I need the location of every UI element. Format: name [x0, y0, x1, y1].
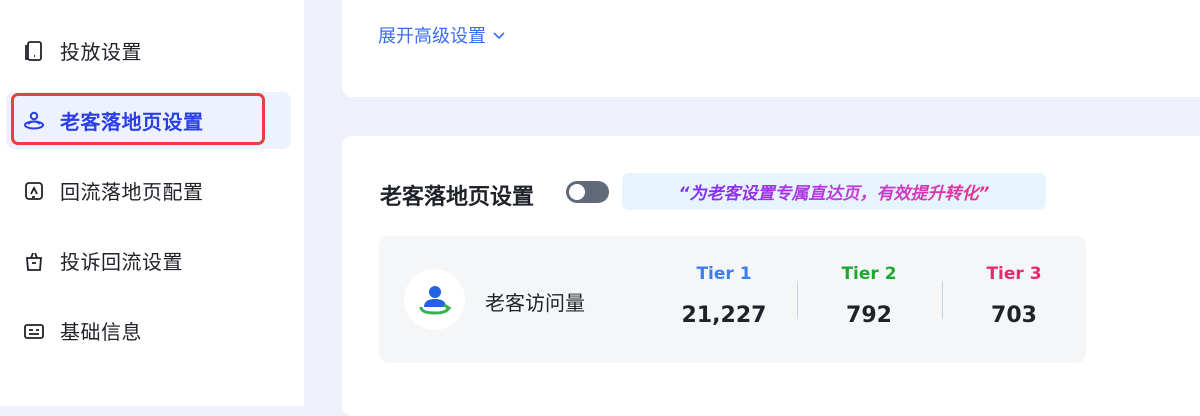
landing-page-toggle[interactable] [566, 181, 609, 203]
tier-value: 21,227 [681, 303, 767, 328]
toggle-knob [569, 184, 585, 200]
sidebar-item-delivery-settings[interactable]: 投放设置 [6, 22, 291, 79]
sidebar-item-basic-info[interactable]: 基础信息 [6, 302, 291, 359]
sidebar-item-complaint-return-settings[interactable]: 投诉回流设置 [6, 232, 291, 289]
returning-user-icon [419, 285, 451, 315]
tier-name: Tier 1 [696, 264, 752, 284]
slogan-banner: “为老客设置专属直达页，有效提升转化” [622, 173, 1046, 210]
tier-3-stat: Tier 3 703 [954, 264, 1074, 328]
advanced-settings-card [342, 0, 1200, 97]
annotation-highlight-box [11, 93, 265, 145]
returning-visitor-avatar [404, 269, 465, 330]
tier-value: 703 [991, 303, 1037, 328]
tier-value: 792 [846, 303, 892, 328]
tier-name: Tier 2 [841, 264, 897, 284]
slogan-text: “为老客设置专属直达页，有效提升转化” [679, 179, 990, 204]
id-card-icon [22, 319, 46, 343]
metric-label: 老客访问量 [485, 291, 585, 315]
sidebar-item-label: 基础信息 [60, 320, 142, 344]
section-title: 老客落地页设置 [380, 185, 535, 210]
tier-1-stat: Tier 1 21,227 [664, 264, 784, 328]
sidebar: 投放设置 老客落地页设置 回流落地页配置 投诉回流设置 基础信息 [0, 0, 304, 406]
sidebar-item-label: 回流落地页配置 [60, 180, 204, 204]
basket-icon [22, 249, 46, 273]
tier-name: Tier 3 [986, 264, 1042, 284]
sidebar-item-label: 投诉回流设置 [60, 250, 183, 274]
tier-2-stat: Tier 2 792 [809, 264, 929, 328]
expand-advanced-settings-link[interactable]: 展开高级设置 [378, 22, 506, 48]
divider [797, 281, 798, 319]
return-flow-icon [22, 179, 46, 203]
sidebar-item-label: 投放设置 [60, 40, 142, 64]
chevron-down-icon [493, 32, 505, 40]
divider [942, 281, 943, 319]
expand-advanced-settings-label: 展开高级设置 [378, 26, 486, 47]
sidebar-item-return-flow-landing[interactable]: 回流落地页配置 [6, 162, 291, 219]
tablet-icon [22, 39, 46, 63]
